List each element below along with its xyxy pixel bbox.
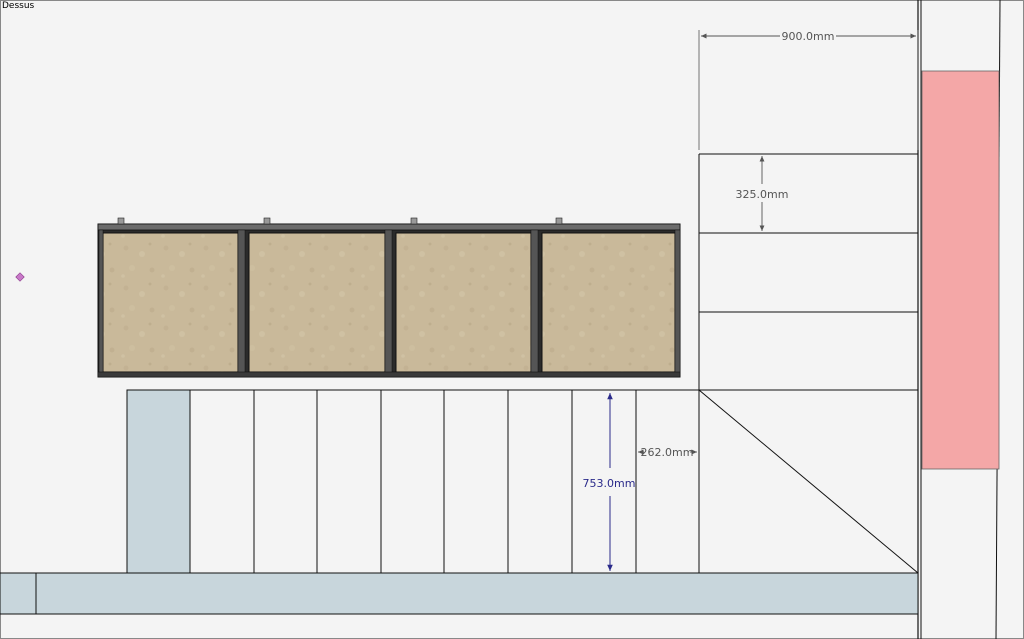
dimension-top-width[interactable]: 900.0mm bbox=[698, 30, 919, 150]
dimension-cabinet-height[interactable]: 753.0mm bbox=[583, 393, 636, 571]
cabinet-door-3[interactable] bbox=[395, 217, 539, 376]
cabinet-door-4[interactable] bbox=[541, 217, 681, 376]
dimension-cabinet-depth-label: 262.0mm bbox=[641, 446, 694, 459]
door-hinge-icon bbox=[555, 217, 563, 225]
modeling-viewport[interactable]: Dessus 900.0mm 325.0mm 753.0mm 262.0mm bbox=[0, 0, 1024, 639]
diagonal-section[interactable] bbox=[698, 389, 919, 574]
axis-origin-marker[interactable] bbox=[15, 272, 25, 282]
dimension-shelf-height[interactable]: 325.0mm bbox=[736, 156, 789, 231]
upper-cabinet-bottom-rail bbox=[97, 371, 681, 378]
cabinet-door-1[interactable] bbox=[98, 217, 246, 376]
dimension-top-width-label: 900.0mm bbox=[782, 30, 835, 43]
dimension-cabinet-depth[interactable]: 262.0mm bbox=[638, 446, 697, 459]
door-hinge-icon bbox=[263, 217, 271, 225]
door-hinge-icon bbox=[117, 217, 125, 225]
dimension-cabinet-height-label: 753.0mm bbox=[583, 477, 636, 490]
pink-side-panel[interactable] bbox=[921, 70, 1000, 470]
shelf-unit[interactable] bbox=[698, 153, 918, 573]
dimension-shelf-height-label: 325.0mm bbox=[736, 188, 789, 201]
door-hinge-icon bbox=[410, 217, 418, 225]
view-name-label: Dessus bbox=[2, 1, 35, 11]
upper-cabinets[interactable] bbox=[97, 217, 681, 378]
drawing-canvas[interactable]: 900.0mm 325.0mm 753.0mm 262.0mm bbox=[0, 0, 1024, 639]
upper-cabinet-top-rail bbox=[97, 223, 681, 231]
cabinet-door-2[interactable] bbox=[248, 217, 393, 376]
base-plinth[interactable] bbox=[0, 572, 919, 615]
blue-side-panel[interactable] bbox=[126, 389, 191, 574]
